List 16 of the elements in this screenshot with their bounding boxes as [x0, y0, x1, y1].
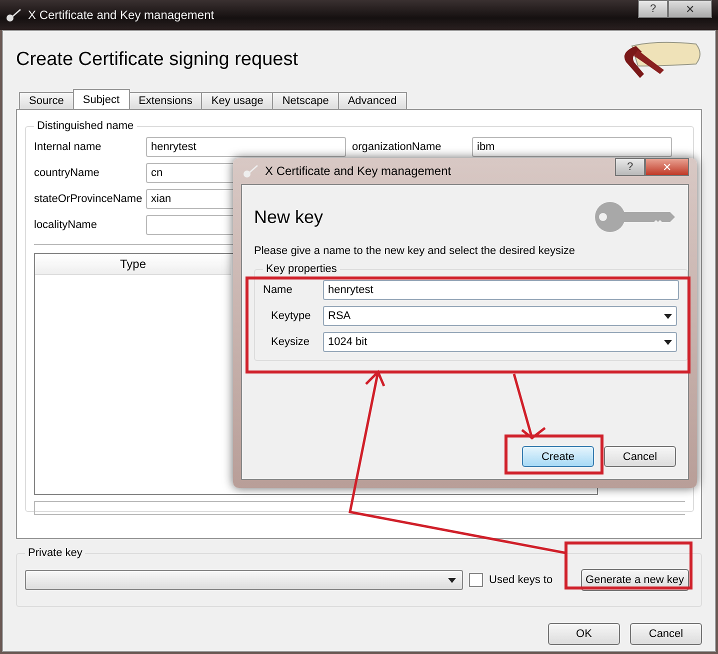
field-label: Keytype [270, 310, 312, 322]
window-title: X Certificate and Key management [28, 8, 216, 22]
field-label: Internal name [34, 141, 102, 153]
field-label: Name [263, 284, 294, 296]
field-label: localityName [34, 219, 98, 231]
group-title: Distinguished name [36, 120, 135, 132]
field-label: Keysize [270, 336, 311, 348]
page-heading: Create Certificate signing request [16, 49, 298, 71]
dialog-heading: New key [254, 206, 324, 228]
field-label: stateOrProvinceName [34, 193, 144, 205]
field-label: countryName [34, 167, 100, 179]
checkbox-label: Used keys to [489, 574, 553, 586]
field-label: organizationName [352, 141, 442, 153]
group-title: Key properties [265, 263, 338, 275]
description-text: Please give a name to the new key and select the desired keysize [254, 245, 576, 257]
group-title: Private key [27, 547, 84, 559]
